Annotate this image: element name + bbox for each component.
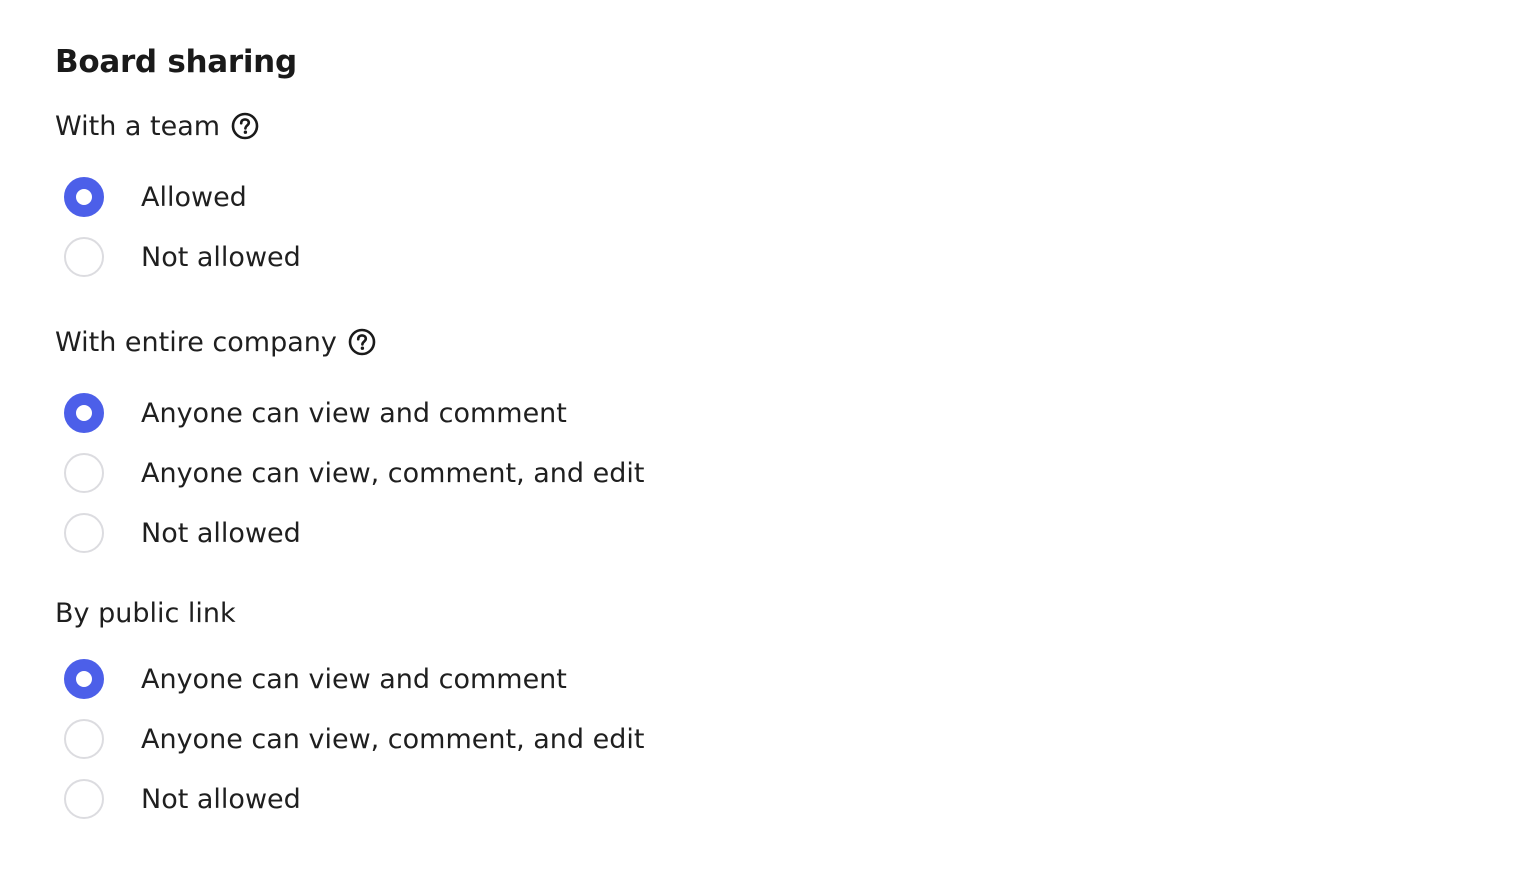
radio-button-checked[interactable]	[64, 177, 104, 217]
question-circle-icon[interactable]	[231, 112, 259, 140]
radio-button[interactable]	[64, 779, 104, 819]
section-label-team: With a team	[55, 108, 259, 144]
section-label-text: With a team	[55, 110, 221, 142]
radio-option-team-not-allowed[interactable]: Not allowed	[64, 237, 301, 277]
option-label: Not allowed	[141, 517, 301, 549]
radio-button-checked[interactable]	[64, 393, 104, 433]
radio-option-link-not-allowed[interactable]: Not allowed	[64, 779, 301, 819]
radio-option-company-view-comment[interactable]: Anyone can view and comment	[64, 393, 567, 433]
option-label: Anyone can view, comment, and edit	[141, 457, 645, 489]
option-label: Anyone can view and comment	[141, 397, 567, 429]
radio-option-company-view-comment-edit[interactable]: Anyone can view, comment, and edit	[64, 453, 644, 493]
radio-button-checked[interactable]	[64, 659, 104, 699]
radio-button[interactable]	[64, 719, 104, 759]
option-label: Anyone can view, comment, and edit	[141, 723, 645, 755]
radio-option-company-not-allowed[interactable]: Not allowed	[64, 513, 301, 553]
option-label: Allowed	[141, 181, 247, 213]
radio-option-link-view-comment[interactable]: Anyone can view and comment	[64, 659, 567, 699]
question-circle-icon[interactable]	[348, 328, 376, 356]
radio-option-team-allowed[interactable]: Allowed	[64, 177, 247, 217]
radio-button[interactable]	[64, 453, 104, 493]
section-label-company: With entire company	[55, 324, 376, 360]
option-label: Anyone can view and comment	[141, 663, 567, 695]
section-label-public-link: By public link	[55, 595, 236, 631]
page-title: Board sharing	[55, 44, 297, 80]
section-label-text: By public link	[55, 597, 236, 629]
option-label: Not allowed	[141, 783, 301, 815]
radio-button[interactable]	[64, 237, 104, 277]
section-label-text: With entire company	[55, 326, 337, 358]
radio-option-link-view-comment-edit[interactable]: Anyone can view, comment, and edit	[64, 719, 644, 759]
radio-button[interactable]	[64, 513, 104, 553]
option-label: Not allowed	[141, 241, 301, 273]
